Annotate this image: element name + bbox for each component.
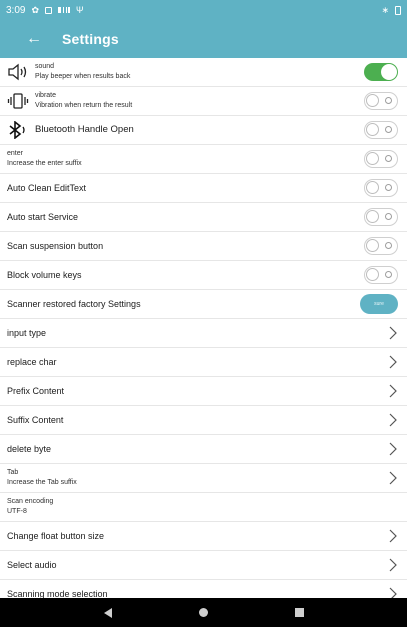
setting-row-tab[interactable]: Tab Increase the Tab suffix <box>0 464 407 493</box>
setting-subtitle: Play beeper when results back <box>35 73 131 80</box>
setting-row-enter[interactable]: enter Increase the enter suffix <box>0 145 407 174</box>
chevron-right-icon <box>388 471 398 485</box>
setting-title: Block volume keys <box>7 270 82 280</box>
bluetooth-toggle[interactable] <box>364 121 398 139</box>
back-arrow-icon[interactable]: ← <box>14 20 54 58</box>
setting-title: sound <box>35 63 55 70</box>
setting-title: Bluetooth Handle Open <box>35 124 134 135</box>
setting-title: Scan encoding <box>7 498 54 505</box>
status-time: 3:09 <box>6 4 26 16</box>
chevron-right-icon <box>388 355 398 369</box>
setting-row-bluetooth[interactable]: Bluetooth Handle Open <box>0 116 407 145</box>
battery-icon <box>395 5 401 15</box>
setting-subtitle: Increase the enter suffix <box>7 160 82 167</box>
enter-toggle[interactable] <box>364 150 398 168</box>
settings-list[interactable]: sound Play beeper when results back vibr… <box>0 58 407 598</box>
setting-row-auto-clean[interactable]: Auto Clean EditText <box>0 174 407 203</box>
setting-row-scan-encoding[interactable]: Scan encoding UTF-8 <box>0 493 407 522</box>
app-bar: ← Settings <box>0 20 407 58</box>
setting-row-scanning-mode[interactable]: Scanning mode selection <box>0 580 407 598</box>
setting-row-prefix[interactable]: Prefix Content <box>0 377 407 406</box>
setting-subtitle: Vibration when return the result <box>35 102 133 109</box>
factory-reset-button[interactable]: sure <box>360 294 398 314</box>
setting-title: input type <box>7 328 47 338</box>
setting-row-float-button-size[interactable]: Change float button size <box>0 522 407 551</box>
chevron-right-icon <box>388 384 398 398</box>
setting-title: Scanning mode selection <box>7 589 108 598</box>
scan-suspension-toggle[interactable] <box>364 237 398 255</box>
setting-value: UTF-8 <box>7 508 27 515</box>
setting-row-delete-byte[interactable]: delete byte <box>0 435 407 464</box>
setting-title: Prefix Content <box>7 386 65 396</box>
chevron-right-icon <box>388 529 398 543</box>
nav-back-icon[interactable] <box>103 607 112 618</box>
setting-row-sound[interactable]: sound Play beeper when results back <box>0 58 407 87</box>
setting-row-select-audio[interactable]: Select audio <box>0 551 407 580</box>
bluetooth-icon <box>7 121 33 139</box>
setting-title: Suffix Content <box>7 415 64 425</box>
navigation-bar <box>0 598 407 627</box>
notification-square-icon <box>45 6 53 14</box>
setting-title: Scanner restored factory Settings <box>7 299 141 309</box>
chevron-right-icon <box>388 442 398 456</box>
auto-clean-toggle[interactable] <box>364 179 398 197</box>
setting-title: Tab <box>7 469 19 476</box>
chevron-right-icon <box>388 587 398 598</box>
setting-subtitle: Increase the Tab suffix <box>7 479 77 486</box>
setting-title: enter <box>7 150 23 157</box>
setting-row-scan-suspension[interactable]: Scan suspension button <box>0 232 407 261</box>
setting-row-input-type[interactable]: input type <box>0 319 407 348</box>
settings-gear-icon: ✿ <box>31 4 40 15</box>
block-volume-toggle[interactable] <box>364 266 398 284</box>
chevron-right-icon <box>388 558 398 572</box>
chevron-right-icon <box>388 413 398 427</box>
setting-row-vibrate[interactable]: vibrate Vibration when return the result <box>0 87 407 116</box>
chevron-right-icon <box>388 326 398 340</box>
setting-title: Auto Clean EditText <box>7 183 87 193</box>
auto-start-toggle[interactable] <box>364 208 398 226</box>
nav-home-icon[interactable] <box>198 608 208 617</box>
setting-row-factory-reset[interactable]: Scanner restored factory Settings sure <box>0 290 407 319</box>
setting-title: vibrate <box>35 92 57 99</box>
usb-icon: Ψ <box>76 4 84 15</box>
vibrate-icon <box>7 92 33 110</box>
nav-recents-icon[interactable] <box>294 608 304 617</box>
sound-toggle[interactable] <box>364 63 398 81</box>
setting-title: delete byte <box>7 444 52 454</box>
setting-row-suffix[interactable]: Suffix Content <box>0 406 407 435</box>
page-title: Settings <box>62 31 119 47</box>
setting-title: Select audio <box>7 560 57 570</box>
setting-title: Auto start Service <box>7 212 79 222</box>
barcode-icon <box>58 7 71 13</box>
bluetooth-status-icon: ∗ <box>381 4 389 15</box>
setting-title: Change float button size <box>7 531 105 541</box>
speaker-icon <box>7 63 33 81</box>
setting-row-auto-start[interactable]: Auto start Service <box>0 203 407 232</box>
setting-row-replace-char[interactable]: replace char <box>0 348 407 377</box>
setting-title: Scan suspension button <box>7 241 104 251</box>
setting-title: replace char <box>7 357 57 367</box>
setting-row-block-volume[interactable]: Block volume keys <box>0 261 407 290</box>
vibrate-toggle[interactable] <box>364 92 398 110</box>
status-bar: 3:09 ✿ Ψ ∗ <box>0 0 407 20</box>
